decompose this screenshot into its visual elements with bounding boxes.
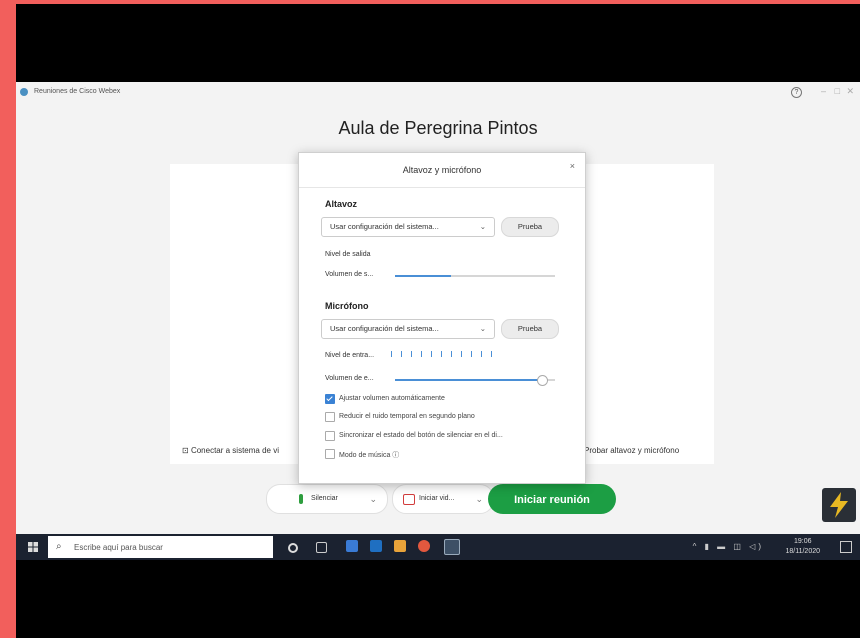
level-tick xyxy=(421,351,422,357)
level-tick xyxy=(491,351,492,357)
file-explorer-icon[interactable] xyxy=(346,540,358,552)
task-view-icon[interactable] xyxy=(316,542,327,553)
close-icon[interactable]: × xyxy=(570,161,575,171)
clock-date: 18/11/2020 xyxy=(785,548,820,555)
level-tick xyxy=(411,351,412,357)
video-label: Iniciar vid... xyxy=(419,495,455,502)
microphone-volume-fill xyxy=(395,379,543,381)
mute-button[interactable]: Silenciar ⌄ xyxy=(266,484,388,514)
taskbar-search-input[interactable]: ⌕ Escribe aquí para buscar xyxy=(48,536,273,558)
level-tick xyxy=(401,351,402,357)
checkbox[interactable] xyxy=(325,449,335,459)
search-icon: ⌕ xyxy=(56,541,62,552)
webex-taskbar-icon[interactable] xyxy=(444,539,460,555)
search-placeholder: Escribe aquí para buscar xyxy=(74,543,163,552)
option-label: Sincronizar el estado del botón de silen… xyxy=(339,432,503,439)
level-tick xyxy=(471,351,472,357)
meeting-title: Aula de Peregrina Pintos xyxy=(338,118,538,138)
checkbox[interactable] xyxy=(325,394,335,404)
system-tray-icons[interactable]: ^ ▮ ▬ ◫ ◁) xyxy=(693,542,764,551)
windows-start-icon[interactable] xyxy=(28,542,38,552)
chevron-down-icon: ⌄ xyxy=(479,222,486,231)
chevron-down-icon: ⌄ xyxy=(479,324,486,333)
video-off-icon xyxy=(403,494,415,505)
notifications-icon[interactable] xyxy=(840,541,852,553)
app-title: Reuniones de Cisco Webex xyxy=(34,88,121,95)
level-tick xyxy=(461,351,462,357)
lightning-app-icon[interactable] xyxy=(822,488,856,522)
microphone-test-button[interactable]: Prueba xyxy=(501,319,559,339)
microphone-volume-slider[interactable] xyxy=(395,375,555,386)
mail-icon[interactable] xyxy=(370,540,382,552)
firefox-icon[interactable] xyxy=(418,540,430,552)
level-tick xyxy=(481,351,482,357)
windows-taskbar: ⌕ Escribe aquí para buscar ^ ▮ ▬ ◫ ◁) 19… xyxy=(16,534,860,560)
connect-audio-link[interactable]: ⊡ Conectar a sistema de vi xyxy=(182,446,279,455)
speaker-volume-label: Volumen de s... xyxy=(325,271,374,278)
close-window-icon[interactable]: ✕ xyxy=(846,86,854,97)
microphone-icon xyxy=(299,494,303,504)
clock-time: 19:06 xyxy=(793,538,812,545)
chevron-down-icon[interactable]: ⌄ xyxy=(369,485,377,513)
help-icon[interactable]: ? xyxy=(791,87,802,98)
checkbox[interactable] xyxy=(325,431,335,441)
microphone-volume-knob[interactable] xyxy=(537,375,549,386)
frame-top-border xyxy=(0,0,860,4)
start-video-button[interactable]: Iniciar vid... ⌄ xyxy=(392,484,494,514)
title-bar: Reuniones de Cisco Webex ? – □ ✕ xyxy=(16,82,860,104)
maximize-icon[interactable]: □ xyxy=(835,86,840,96)
speaker-heading: Altavoz xyxy=(325,199,358,209)
store-icon[interactable] xyxy=(394,540,406,552)
output-level-label: Nivel de salida xyxy=(325,251,371,258)
level-tick xyxy=(441,351,442,357)
checkbox[interactable] xyxy=(325,412,335,422)
mute-label: Silenciar xyxy=(311,495,338,502)
microphone-device-value: Usar configuración del sistema... xyxy=(330,324,439,333)
connect-icon: ⊡ xyxy=(182,446,191,455)
chevron-down-icon[interactable]: ⌄ xyxy=(475,485,483,513)
input-level-meter xyxy=(391,351,501,359)
webex-logo-icon xyxy=(20,88,28,96)
speaker-volume-slider[interactable] xyxy=(395,275,555,277)
speaker-test-button[interactable]: Prueba xyxy=(501,217,559,237)
level-tick xyxy=(431,351,432,357)
connect-audio-label: Conectar a sistema de vi xyxy=(190,446,279,455)
clock[interactable]: 19:06 18/11/2020 xyxy=(785,537,820,557)
option-label: Modo de música ⓘ xyxy=(339,452,400,459)
microphone-heading: Micrófono xyxy=(325,301,369,311)
dialog-title: Altavoz y micrófono xyxy=(402,165,482,175)
speaker-volume-fill xyxy=(395,275,451,277)
test-audio-link[interactable]: Probar altavoz y micrófono xyxy=(584,446,679,455)
option-label: Ajustar volumen automáticamente xyxy=(339,395,445,402)
microphone-device-select[interactable]: Usar configuración del sistema... ⌄ xyxy=(321,319,495,339)
microphone-volume-label: Volumen de e... xyxy=(325,375,374,382)
divider xyxy=(299,187,585,188)
minimize-icon[interactable]: – xyxy=(821,86,826,96)
input-level-label: Nivel de entra... xyxy=(325,352,375,359)
speaker-device-value: Usar configuración del sistema... xyxy=(330,222,439,231)
speaker-device-select[interactable]: Usar configuración del sistema... ⌄ xyxy=(321,217,495,237)
cortana-icon[interactable] xyxy=(288,543,298,553)
frame-left-border xyxy=(0,0,16,638)
speaker-microphone-dialog: Altavoz y micrófono × Altavoz Usar confi… xyxy=(298,152,586,484)
start-meeting-button[interactable]: Iniciar reunión xyxy=(488,484,616,514)
level-tick xyxy=(451,351,452,357)
option-label: Reducir el ruido temporal en segundo pla… xyxy=(339,413,475,420)
level-tick xyxy=(391,351,392,357)
meeting-controls: Silenciar ⌄ Iniciar vid... ⌄ Iniciar reu… xyxy=(16,484,860,514)
